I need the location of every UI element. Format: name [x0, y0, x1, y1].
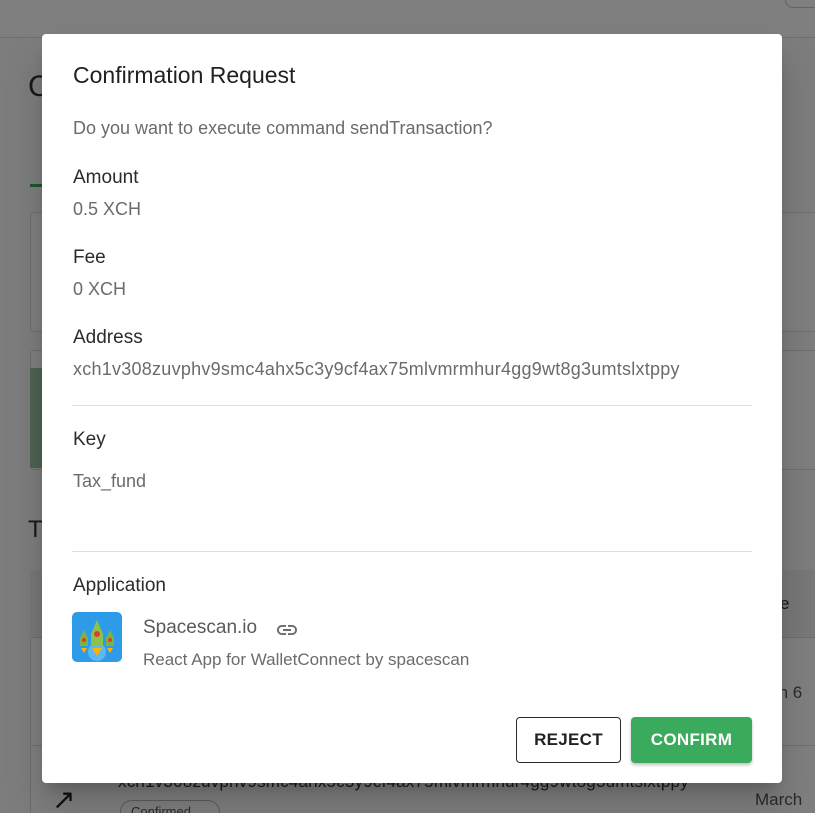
app-name: Spacescan.io [143, 617, 258, 638]
reject-button[interactable]: REJECT [516, 717, 621, 763]
confirm-button[interactable]: CONFIRM [631, 717, 752, 763]
fee-value: 0 XCH [73, 279, 127, 299]
address-label: Address [73, 327, 143, 348]
amount-label: Amount [73, 167, 139, 188]
spacescan-app-icon [72, 612, 122, 662]
fee-label: Fee [73, 247, 106, 268]
dialog-question: Do you want to execute command sendTrans… [73, 118, 493, 138]
amount-value: 0.5 XCH [73, 199, 142, 219]
divider [72, 405, 752, 406]
address-value: xch1v308zuvphv9smc4ahx5c3y9cf4ax75mlvmrm… [73, 359, 680, 379]
divider [72, 551, 752, 552]
app-description: React App for WalletConnect by spacescan [143, 650, 470, 669]
application-label: Application [73, 575, 166, 596]
link-icon[interactable] [275, 618, 299, 642]
confirmation-dialog: Confirmation Request Do you want to exec… [42, 34, 782, 783]
key-label: Key [73, 429, 106, 450]
key-value: Tax_fund [73, 471, 147, 491]
dialog-title: Confirmation Request [73, 62, 296, 88]
